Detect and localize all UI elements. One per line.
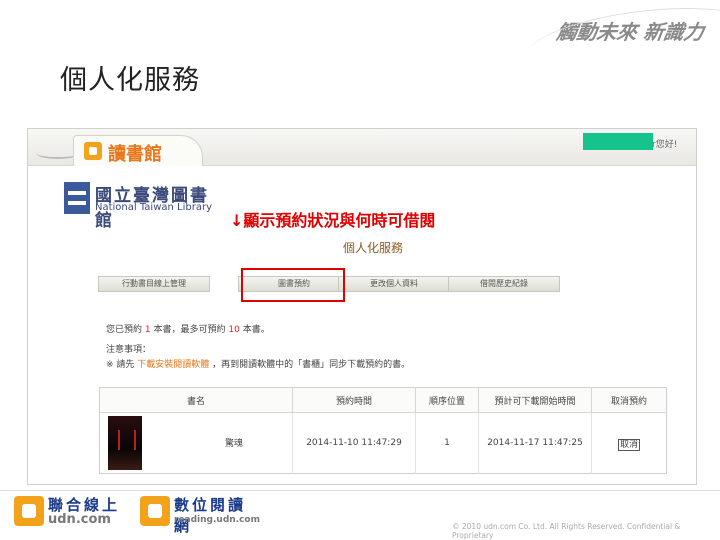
site-header: 讀書館 r您好! (28, 129, 696, 166)
tab-borrow-history[interactable]: 借閱歷史紀錄 (448, 276, 560, 292)
col-title: 書名 (99, 387, 293, 413)
reserved-count: 1 (144, 325, 151, 335)
reservation-table: 書名 預約時間 順序位置 預計可下載開始時間 取消預約 驚魂 2014-11-1… (99, 387, 667, 474)
welcome-text: r您好! (652, 140, 678, 150)
download-software-link[interactable]: 下載安裝閱讀軟體 (137, 360, 209, 370)
udn-logo: 聯合線上 udn.com (14, 494, 124, 530)
reading-tab-label: 讀書館 (108, 144, 162, 165)
reading-udn-logo: 數位閱讀網 reading.udn.com (140, 494, 260, 535)
library-emblem-icon (64, 182, 90, 214)
book-cover[interactable] (108, 416, 142, 470)
page-heading: 個人化服務 (343, 241, 404, 255)
col-cancel: 取消預約 (591, 387, 667, 413)
book-title[interactable]: 驚魂 (225, 439, 243, 449)
tab-mobile-bookshelf[interactable]: 行動書目線上管理 (98, 276, 210, 292)
count-mid: 本書，最多可預約 (153, 325, 226, 335)
slide-title: 個人化服務 (60, 65, 200, 96)
annotation-text: ↓顯示預約狀況與何時可借閱 (230, 211, 436, 230)
cell-title: 驚魂 (99, 412, 293, 474)
library-name-en: National Taiwan Library (95, 202, 212, 213)
notes-label: 注意事項： (106, 345, 152, 355)
cell-available-time: 2014-11-17 11:47:25 (478, 412, 592, 474)
reading-square-icon (140, 496, 170, 526)
table-header-row: 書名 預約時間 順序位置 預計可下載開始時間 取消預約 (99, 387, 667, 413)
copyright-text: © 2010 udn.com Co. Ltd. All Rights Reser… (452, 522, 681, 540)
footer-divider (0, 490, 720, 491)
reservation-count-line: 您已預約 1 本書，最多可預約 10 本書。 (106, 322, 270, 335)
tab-edit-profile[interactable]: 更改個人資料 (338, 276, 450, 292)
screenshot-frame: 讀書館 r您好! 國立臺灣圖書館 National Taiwan Library… (27, 128, 697, 485)
cell-queue: 1 (415, 412, 479, 474)
max-count: 10 (228, 325, 240, 335)
udn-logo-icon (84, 142, 102, 160)
brand-slogan: 觸動未來 新識力 (522, 0, 720, 94)
note-prefix: ※ 請先 (106, 360, 135, 370)
cancel-button[interactable]: 取消 (617, 438, 640, 451)
brand-swirl (522, 0, 720, 94)
count-suffix: 本書。 (242, 325, 270, 335)
cell-cancel: 取消 (592, 413, 667, 474)
reading-logo-en: reading.udn.com (174, 515, 260, 525)
redacted-username (583, 133, 653, 150)
cell-reserved-time: 2014-11-10 11:47:29 (292, 412, 416, 474)
col-reserved-time: 預約時間 (292, 387, 416, 413)
count-prefix: 您已預約 (106, 325, 143, 335)
highlight-box (241, 268, 345, 302)
note-suffix: ，再到閱讀軟體中的「書櫃」同步下載預約的書。 (212, 360, 411, 370)
library-logo[interactable]: 國立臺灣圖書館 National Taiwan Library (64, 181, 214, 231)
table-row: 驚魂 2014-11-10 11:47:29 1 2014-11-17 11:4… (99, 412, 667, 474)
tab-reading-library[interactable]: 讀書館 (73, 135, 203, 166)
download-note: ※ 請先 下載安裝閱讀軟體 ，再到閱讀軟體中的「書櫃」同步下載預約的書。 (106, 357, 410, 370)
col-queue: 順序位置 (415, 387, 479, 413)
col-available-time: 預計可下載開始時間 (478, 387, 592, 413)
udn-logo-en: udn.com (48, 512, 111, 527)
udn-square-icon (14, 496, 44, 526)
